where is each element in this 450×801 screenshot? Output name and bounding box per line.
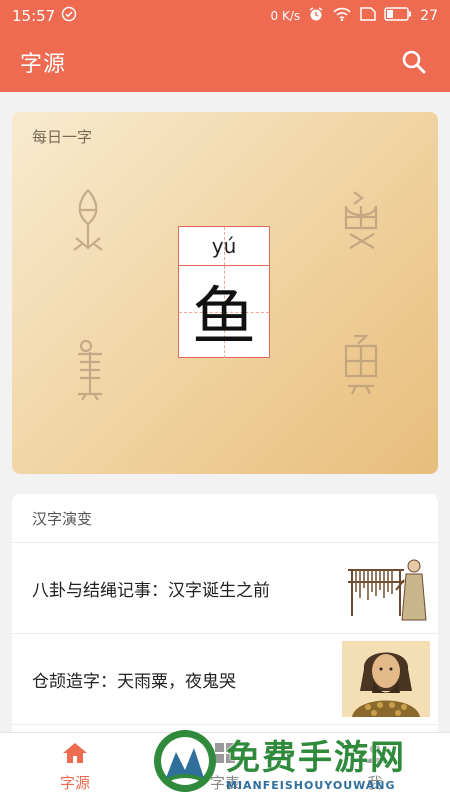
watermark-logo bbox=[150, 726, 220, 796]
daily-character-card[interactable]: 每日一字 yú 鱼 bbox=[12, 112, 438, 474]
status-bar: 15:57 0 K/s 27 bbox=[0, 0, 450, 32]
watermark-overlay: 免费手游网 MIANFEISHOUYOUWANG bbox=[150, 722, 450, 800]
network-speed: 0 K/s bbox=[270, 9, 301, 23]
tab-label: 字源 bbox=[59, 773, 90, 792]
search-icon[interactable] bbox=[398, 46, 430, 78]
knot-records-thumbnail bbox=[342, 550, 430, 626]
daily-section-title: 每日一字 bbox=[32, 128, 93, 146]
watermark-subtitle: MIANFEISHOUYOUWANG bbox=[226, 779, 396, 792]
evolution-section: 汉字演变 八卦与结绳记事：汉字诞生之前 仓颉造字：天雨粟，夜鬼哭 bbox=[12, 494, 438, 734]
character-glyph: 鱼 bbox=[192, 281, 256, 355]
watermark-title: 免费手游网 bbox=[226, 738, 406, 778]
character-display: 鱼 bbox=[179, 266, 269, 358]
article-title: 仓颉造字：天雨粟，夜鬼哭 bbox=[32, 671, 236, 692]
ancient-form-seal bbox=[340, 188, 382, 258]
wifi-icon bbox=[332, 6, 352, 26]
status-time: 15:57 bbox=[12, 7, 56, 25]
alarm-icon bbox=[308, 6, 324, 26]
article-item[interactable]: 八卦与结绳记事：汉字诞生之前 bbox=[12, 543, 438, 634]
character-tile[interactable]: yú 鱼 bbox=[178, 226, 270, 358]
tab-ziyuan[interactable]: 字源 bbox=[0, 733, 150, 801]
check-circle-icon bbox=[61, 6, 77, 26]
home-icon bbox=[62, 742, 88, 768]
cangjie-portrait-thumbnail bbox=[342, 641, 430, 717]
battery-icon bbox=[384, 7, 412, 25]
ancient-form-clerical bbox=[340, 332, 382, 402]
pinyin-text: yú bbox=[211, 234, 237, 258]
ancient-form-bronze bbox=[70, 338, 110, 408]
app-title: 字源 bbox=[20, 52, 67, 77]
pinyin-label: yú bbox=[179, 227, 269, 266]
ancient-form-oracle bbox=[68, 188, 108, 258]
article-item[interactable]: 仓颉造字：天雨粟，夜鬼哭 bbox=[12, 634, 438, 725]
evolution-section-title: 汉字演变 bbox=[12, 494, 438, 543]
article-title: 八卦与结绳记事：汉字诞生之前 bbox=[32, 580, 270, 601]
sim-icon bbox=[360, 7, 376, 25]
app-bar: 字源 bbox=[0, 32, 450, 92]
battery-level: 27 bbox=[420, 8, 438, 24]
